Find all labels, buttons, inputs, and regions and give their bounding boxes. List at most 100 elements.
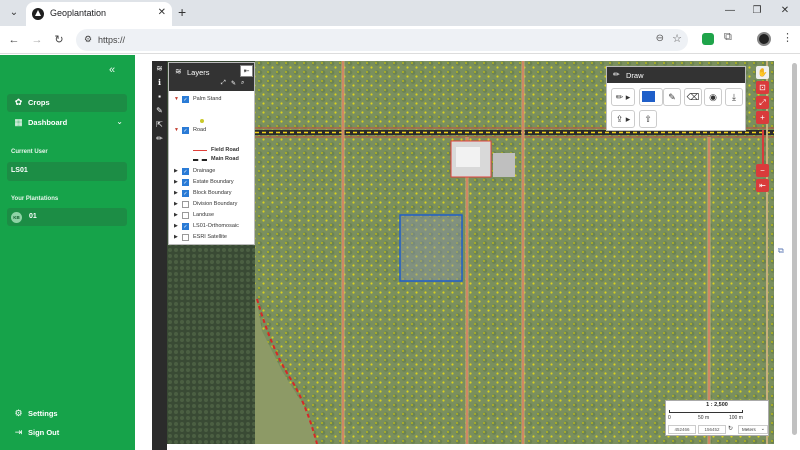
previous-extent-icon[interactable]: ⇤ [756, 179, 769, 192]
layer-division-boundary[interactable]: ▶ Division Boundary [171, 200, 253, 210]
browser-menu-icon[interactable]: ⋮ [782, 31, 793, 44]
layer-orthomosaic[interactable]: ▶ ✓ LS01-Orthomosaic [171, 222, 253, 232]
page-scrollbar[interactable] [791, 57, 798, 447]
full-extent-icon[interactable]: ⊡ [756, 81, 769, 94]
export-icon[interactable]: ⇱ [154, 119, 165, 130]
window-close-icon[interactable]: ✕ [777, 5, 793, 16]
sprout-icon: ✿ [14, 97, 23, 107]
caret-down-icon[interactable]: ▼ [174, 127, 179, 133]
layer-checkbox[interactable]: ✓ [182, 96, 189, 103]
caret-right-icon[interactable]: ▶ [174, 234, 178, 240]
sidebar-item-sign-out[interactable]: ⇥ Sign Out [7, 424, 127, 442]
main-road-legend-line [193, 159, 207, 161]
profile-avatar[interactable] [757, 32, 771, 46]
favicon-icon [32, 8, 44, 20]
tab-close-icon[interactable]: ✕ [158, 7, 166, 18]
forward-icon[interactable]: → [30, 33, 44, 47]
layer-checkbox[interactable]: ✓ [182, 179, 189, 186]
layers-header: ≋ Layers ⇤ ⤢ ✎ ⌕ [169, 63, 254, 91]
eye-icon[interactable]: ◉ [704, 88, 722, 106]
panel-grip-icon[interactable]: ⧉ [778, 246, 784, 256]
pan-hand-icon[interactable]: ✋ [756, 66, 769, 79]
layer-name: Landuse [193, 212, 215, 218]
layer-name: Estate Boundary [193, 179, 234, 185]
restore-icon[interactable]: ❐ [749, 5, 765, 16]
layer-name: Drainage [193, 168, 216, 174]
draw-panel: ✏ Draw ✏ ▸ ✎ ⌫ ◉ ⤓ ⇪ ▸ ⇧ [606, 66, 746, 131]
field-road-legend-line [193, 150, 207, 151]
sidebar-item-settings[interactable]: ⚙ Settings [7, 405, 127, 423]
fill-color-swatch[interactable] [642, 91, 655, 102]
caret-right-icon[interactable]: ▶ [174, 168, 178, 174]
reload-icon[interactable]: ↻ [52, 33, 66, 47]
sidebar-item-label: Dashboard [28, 118, 68, 127]
caret-right-icon[interactable]: ▶ [174, 179, 178, 185]
scrollbar-thumb[interactable] [792, 63, 797, 435]
layers-icon[interactable]: ≋ [154, 63, 165, 74]
extensions-puzzle-icon[interactable]: ⧉ [724, 31, 732, 44]
brush-icon[interactable]: ✎ [154, 105, 165, 116]
main-road-legend-label: Main Road [211, 156, 239, 162]
fullscreen-icon[interactable]: ⤢ [756, 96, 769, 109]
caret-right-icon[interactable]: ▶ [174, 190, 178, 196]
new-tab-button[interactable]: + [178, 4, 186, 20]
scale-ratio: 1 : 2,500 [706, 402, 728, 408]
sidebar-item-crops[interactable]: ✿ Crops [7, 94, 127, 112]
search-icon[interactable]: ⌕ [241, 80, 244, 87]
download-icon[interactable]: ⤓ [725, 88, 743, 106]
draw-tool-dropdown[interactable]: ✏ ▸ [611, 88, 635, 106]
layer-road[interactable]: ▼ ✓ Road [171, 126, 253, 136]
layer-drainage[interactable]: ▶ ✓ Drainage [171, 167, 253, 177]
layer-checkbox[interactable] [182, 234, 189, 241]
extension-icon[interactable] [702, 33, 714, 45]
layer-landuse[interactable]: ▶ Landuse [171, 211, 253, 221]
layer-checkbox[interactable] [182, 212, 189, 219]
zoom-icon[interactable]: ⊖ [656, 33, 664, 44]
layer-palm-stand[interactable]: ▼ ✓ Palm Stand [171, 95, 253, 105]
plantation-item[interactable]: KB 01 [7, 208, 127, 226]
refresh-icon[interactable]: ↻ [728, 425, 733, 432]
caret-right-icon[interactable]: ▶ [174, 201, 178, 207]
layer-checkbox[interactable]: ✓ [182, 223, 189, 230]
layers-title: Layers [187, 68, 210, 77]
import-dropdown[interactable]: ⇪ ▸ [611, 110, 635, 128]
address-bar-row: ← → ↻ ⚙ https:// ⊖ ☆ [0, 26, 800, 54]
zoom-out-button[interactable]: − [756, 164, 769, 177]
plantation-label: 01 [29, 213, 37, 220]
edit-shape-icon[interactable]: ✎ [663, 88, 681, 106]
expand-icon[interactable]: ⤢ [221, 80, 226, 87]
draw-title: Draw [626, 71, 644, 80]
layer-estate-boundary[interactable]: ▶ ✓ Estate Boundary [171, 178, 253, 188]
browser-tab[interactable]: Geoplantation ✕ [26, 2, 172, 26]
upload-icon[interactable]: ⇧ [639, 110, 657, 128]
layer-checkbox[interactable]: ✓ [182, 190, 189, 197]
eraser-icon[interactable]: ⌫ [684, 88, 702, 106]
collapse-panel-button[interactable]: ⇤ [240, 65, 253, 77]
info-icon[interactable]: ℹ [154, 77, 165, 88]
caret-right-icon[interactable]: ▶ [174, 212, 178, 218]
layer-checkbox[interactable]: ✓ [182, 168, 189, 175]
caret-right-icon[interactable]: ▶ [174, 223, 178, 229]
sidebar-item-dashboard[interactable]: ▦ Dashboard ⌄ [7, 114, 127, 132]
pencil-icon[interactable]: ✏ [154, 133, 165, 144]
layer-esri-satellite[interactable]: ▶ ESRI Satellite [171, 233, 253, 243]
layer-name: ESRI Satellite [193, 234, 227, 240]
layer-block-boundary[interactable]: ▶ ✓ Block Boundary [171, 189, 253, 199]
layer-checkbox[interactable]: ✓ [182, 127, 189, 134]
back-icon[interactable]: ← [7, 33, 21, 47]
edit-icon[interactable]: ✎ [231, 80, 236, 87]
url-text[interactable]: https:// [98, 35, 125, 45]
minimize-icon[interactable]: — [722, 5, 738, 16]
collapse-sidebar-icon[interactable]: « [109, 64, 115, 76]
zoom-in-button[interactable]: + [756, 111, 769, 124]
omnibox[interactable]: ⚙ https:// ⊖ ☆ [76, 29, 688, 51]
layers-panel: ≋ Layers ⇤ ⤢ ✎ ⌕ ▼ ✓ Palm Stand ▼ ✓ Road… [168, 62, 255, 245]
bookmark-star-icon[interactable]: ☆ [672, 32, 682, 45]
layer-checkbox[interactable] [182, 201, 189, 208]
site-info-icon[interactable]: ⚙ [82, 34, 94, 46]
caret-down-icon[interactable]: ▼ [174, 96, 179, 102]
unit-select[interactable]: Meters [738, 425, 768, 434]
scale-tick-label: 0 [668, 415, 671, 421]
comment-icon[interactable]: ▪ [154, 91, 165, 102]
tab-search-icon[interactable]: ⌄ [6, 5, 22, 21]
